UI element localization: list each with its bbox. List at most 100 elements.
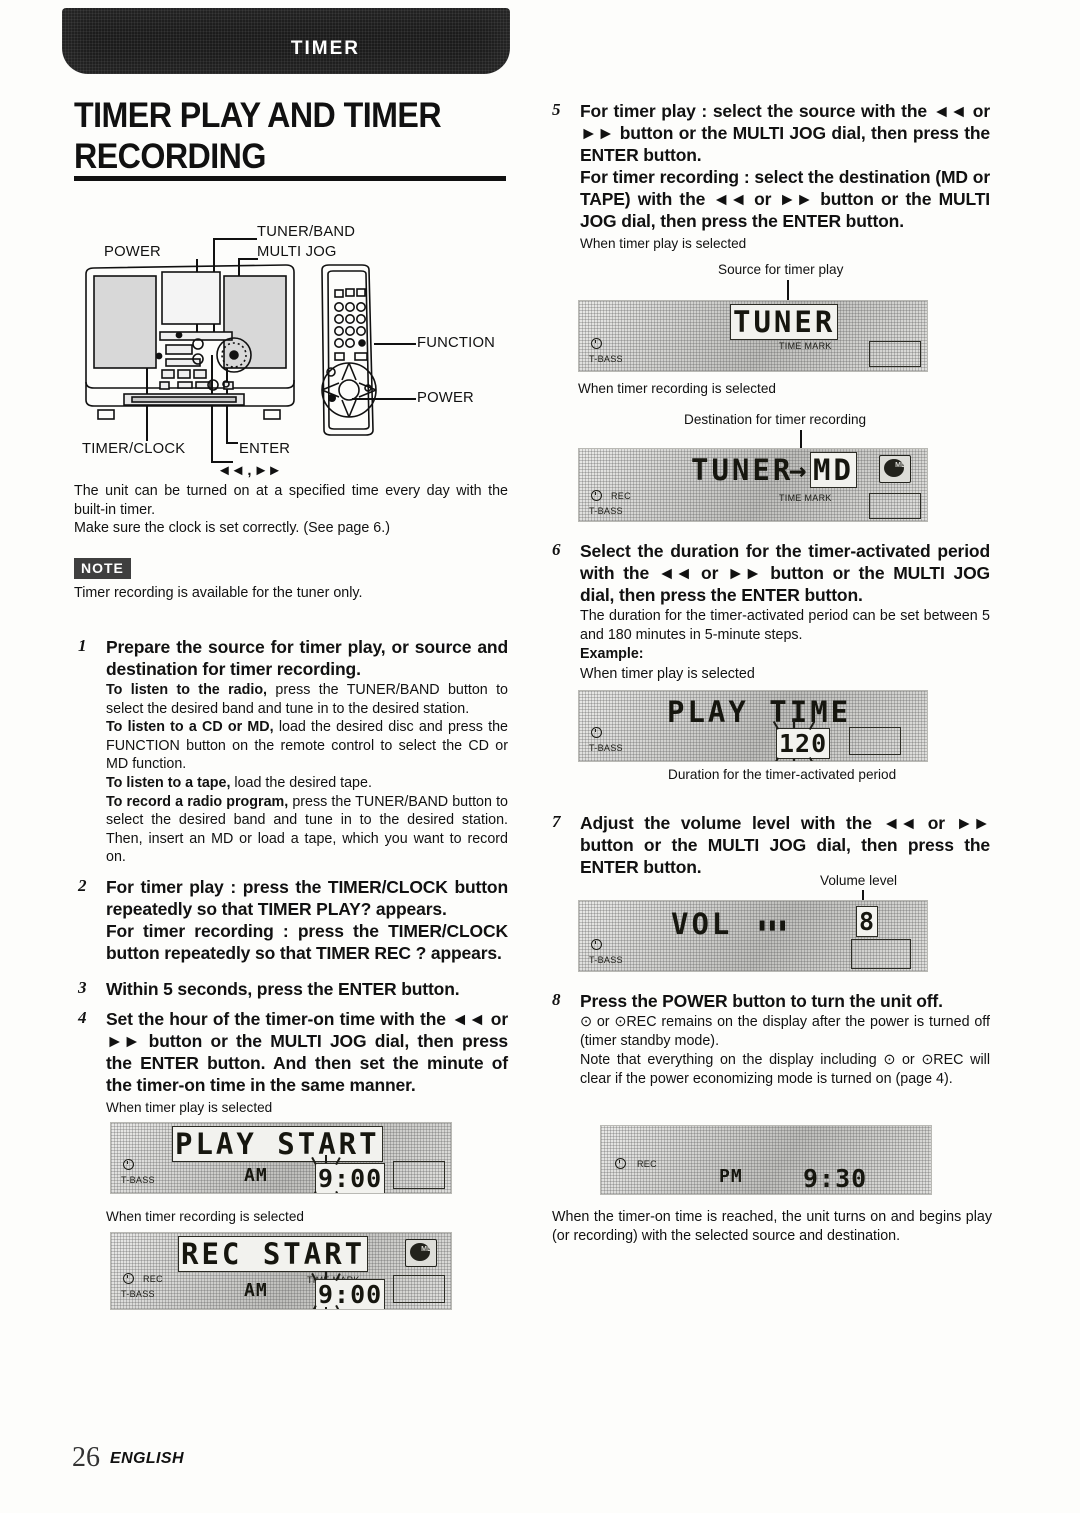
- display-play-start-meridiem: AM: [244, 1165, 268, 1186]
- step-5-caption-rec: When timer recording is selected: [578, 381, 776, 396]
- display-volume: VOL ▮▮▮ T-BASS 8: [578, 900, 928, 972]
- display-volume-value: 8: [855, 906, 879, 937]
- timer-clock-indicator-icon-playtime: [591, 727, 602, 738]
- step-1-body: To listen to the radio, press the TUNER/…: [106, 681, 508, 867]
- note-block: NOTE Timer recording is available for th…: [74, 558, 508, 603]
- step-4-caption-play: When timer play is selected: [106, 1100, 273, 1116]
- callout-volume-level: Volume level: [820, 873, 898, 888]
- flash-marks-play-start: [307, 1155, 351, 1193]
- display-play-time-tbass: T-BASS: [589, 743, 623, 753]
- note-text: Timer recording is available for the tun…: [74, 585, 363, 601]
- page-title: TIMER PLAY AND TIMER RECORDING: [74, 96, 442, 176]
- display-volume-window: [851, 939, 911, 969]
- display-tuner-to-md: TUNER → MD REC T-BASS TIME MARK: [578, 448, 928, 522]
- step-1-heading: Prepare the source for timer play, or so…: [106, 637, 508, 680]
- display-tuner-md-arrow: →: [789, 453, 810, 487]
- device-diagram: POWER TUNER/BAND MULTI JOG FUNCTION POWE…: [74, 222, 504, 479]
- display-tuner-main: TUNER: [729, 304, 839, 340]
- step-8-number: 8: [552, 990, 561, 1009]
- display-rec-start-main: REC START: [177, 1236, 369, 1272]
- display-standby-meridiem: PM: [719, 1166, 743, 1187]
- step-5-heading: For timer play : select the source with …: [580, 101, 990, 166]
- callout-destination-for-timer-recording: Destination for timer recording: [684, 412, 867, 427]
- callout-source-for-timer-play: Source for timer play: [718, 262, 844, 277]
- step-1: 1 Prepare the source for timer play, or …: [78, 636, 508, 867]
- timer-clock-indicator-icon-md: [591, 490, 602, 501]
- step-6-body: The duration for the timer-activated per…: [580, 608, 990, 643]
- step-2-number: 2: [78, 876, 87, 895]
- step-5-heading-2: For timer recording : select the destina…: [580, 167, 990, 232]
- flash-marks-rec-start: [307, 1271, 351, 1309]
- page-language: ENGLISH: [110, 1450, 184, 1467]
- md-disc-icon: [405, 1239, 437, 1267]
- display-play-time: PLAY TIME T-BASS 120: [578, 690, 928, 762]
- intro-line-2: Make sure the clock is set correctly. (S…: [74, 520, 390, 537]
- step-3-heading: Within 5 seconds, press the ENTER button…: [106, 979, 460, 999]
- step-6-heading: Select the duration for the timer-activa…: [580, 541, 990, 606]
- step-8-heading: Press the POWER button to turn the unit …: [580, 991, 943, 1011]
- display-tuner-md-tbass: T-BASS: [589, 506, 623, 516]
- display-play-time-window: [849, 727, 901, 755]
- step-8-body-1: ⊙ or ⊙REC remains on the display after t…: [580, 1014, 990, 1049]
- display-play-start-tbass: T-BASS: [121, 1175, 155, 1185]
- display-rec-start: REC START REC T-BASS TIME MARK AM 9:00: [110, 1232, 452, 1310]
- display-volume-bars: ▮▮▮: [757, 915, 788, 935]
- display-tuner-md-window: [869, 493, 921, 519]
- manual-page: TIMER TIMER PLAY AND TIMER RECORDING POW…: [0, 0, 1080, 1513]
- display-volume-tbass: T-BASS: [589, 955, 623, 965]
- timer-clock-indicator-icon-standby: [615, 1158, 626, 1169]
- step-6: 6 Select the duration for the timer-acti…: [552, 540, 990, 683]
- banner-label: TIMER: [290, 38, 360, 59]
- timer-clock-indicator-icon-tuner: [591, 338, 602, 349]
- display-rec-start-window: [393, 1275, 445, 1303]
- step-7-heading: Adjust the volume level with the ◄◄ or ►…: [580, 813, 990, 878]
- display-tuner-timemark: TIME MARK: [779, 341, 832, 351]
- flash-marks-play-time: [765, 719, 827, 761]
- display-play-start: PLAY START T-BASS AM 9:00: [110, 1122, 452, 1194]
- callout-line-source: [787, 280, 789, 302]
- display-tuner-md-right: MD: [810, 452, 857, 488]
- step-2-heading: For timer play : press the TIMER/CLOCK b…: [106, 877, 508, 920]
- step-4-caption-rec: When timer recording is selected: [106, 1209, 304, 1224]
- step-3: 3 Within 5 seconds, press the ENTER butt…: [78, 978, 508, 1000]
- step-2: 2 For timer play : press the TIMER/CLOCK…: [78, 876, 508, 964]
- step-8-body-2: Note that everything on the display incl…: [580, 1052, 990, 1087]
- step-1-b4: To record a radio program,: [106, 793, 289, 810]
- step-6-caption-play: When timer play is selected: [580, 665, 755, 682]
- step-7: 7 Adjust the volume level with the ◄◄ or…: [552, 812, 990, 878]
- step-1-b2: To listen to a CD or MD,: [106, 719, 274, 736]
- step-5-number: 5: [552, 100, 561, 119]
- intro-text: The unit can be turned on at a specified…: [74, 482, 508, 538]
- closing-text: When the timer-on time is reached, the u…: [552, 1209, 992, 1244]
- intro-line-1: The unit can be turned on at a specified…: [74, 483, 508, 518]
- step-1-t3: load the desired tape.: [230, 774, 372, 791]
- step-6-number: 6: [552, 540, 561, 559]
- stereo-unit-drawing: [85, 264, 377, 436]
- note-badge: NOTE: [74, 558, 131, 579]
- step-3-number: 3: [78, 978, 87, 997]
- display-tuner-window: [869, 341, 921, 367]
- step-4: 4 Set the hour of the timer-on time with…: [78, 1008, 508, 1117]
- display-rec-start-meridiem: AM: [244, 1280, 268, 1301]
- timer-clock-indicator-icon-rec: [123, 1273, 134, 1284]
- step-4-heading: Set the hour of the timer-on time with t…: [106, 1009, 508, 1096]
- step-7-number: 7: [552, 812, 561, 831]
- display-tuner-tbass: T-BASS: [589, 354, 623, 364]
- step-1-b3: To listen to a tape,: [106, 774, 231, 791]
- display-play-start-main: PLAY START: [172, 1126, 383, 1162]
- display-standby: REC PM 9:30: [600, 1125, 932, 1195]
- display-rec-start-tbass: T-BASS: [121, 1289, 155, 1299]
- display-tuner-md-rec: REC: [611, 491, 631, 501]
- callout-duration: Duration for the timer-activated period: [668, 767, 897, 782]
- step-2-heading-2: For timer recording : press the TIMER/CL…: [106, 921, 508, 964]
- page-number: 26: [72, 1442, 100, 1473]
- display-standby-rec: REC: [637, 1159, 657, 1169]
- timer-clock-indicator-icon: [123, 1159, 134, 1170]
- display-standby-time: 9:30: [803, 1164, 868, 1193]
- step-4-number: 4: [78, 1008, 87, 1027]
- step-5: 5 For timer play : select the source wit…: [552, 100, 990, 253]
- display-tuner-md-timemark: TIME MARK: [779, 493, 832, 503]
- timer-clock-indicator-icon-vol: [591, 939, 602, 950]
- md-disc-icon-tuner-md: [879, 455, 911, 483]
- display-tuner-md-left: TUNER: [691, 453, 794, 487]
